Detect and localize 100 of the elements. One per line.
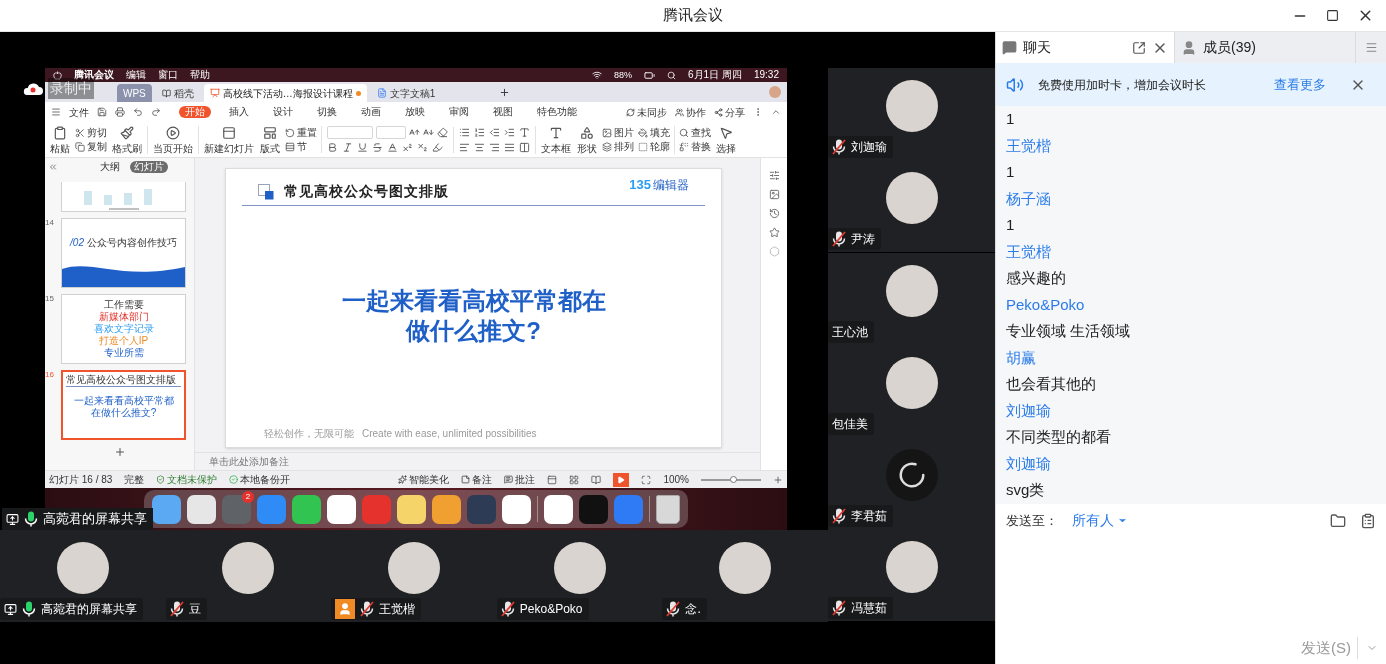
underline-icon[interactable] — [357, 142, 368, 153]
battery-icon[interactable] — [644, 69, 656, 81]
ribbon-tab[interactable]: 特色功能 — [531, 106, 583, 118]
strikethrough-icon[interactable] — [372, 142, 383, 153]
toolbar-button[interactable]: 填充 — [638, 127, 670, 138]
app-icon[interactable] — [152, 494, 181, 524]
save-icon[interactable] — [97, 107, 107, 117]
menu-icon[interactable] — [1364, 41, 1378, 54]
toolbar-button[interactable]: 形状 — [575, 125, 599, 154]
muted-microphone-icon[interactable] — [666, 601, 681, 617]
italic-icon[interactable] — [342, 142, 353, 153]
toolbar-button[interactable]: 排列 — [602, 141, 634, 152]
columns-icon[interactable] — [519, 141, 530, 153]
slide-thumbnail[interactable]: /02 公众号内容创作技巧 — [61, 218, 186, 288]
menu-item[interactable]: 窗口 — [158, 70, 178, 80]
toolbar-button[interactable]: 轮廓 — [638, 141, 670, 152]
app-icon[interactable]: 2 — [222, 494, 251, 524]
toolbar-button[interactable]: 图片 — [602, 127, 634, 138]
ribbon-tab[interactable]: 放映 — [399, 106, 431, 118]
toolbar-button[interactable]: 节 — [285, 141, 317, 152]
reading-view-icon[interactable] — [591, 474, 602, 485]
slide-thumbnail[interactable]: 工作需要 新媒体部门 喜欢文字记录 打造个人IP 专业所需 — [61, 294, 186, 364]
app-icon[interactable] — [327, 494, 356, 524]
undo-icon[interactable] — [133, 107, 143, 117]
collapse-icon[interactable] — [771, 107, 781, 117]
font-size-field[interactable] — [376, 126, 406, 139]
font-color-icon[interactable] — [387, 142, 398, 153]
numbered-list-icon[interactable] — [474, 126, 485, 138]
beautify-button[interactable]: 智能美化 — [398, 472, 450, 487]
text-direction-icon[interactable] — [519, 126, 530, 138]
history-icon[interactable] — [768, 208, 780, 219]
play-button[interactable] — [613, 472, 630, 487]
toolbar-button[interactable]: 重置 — [285, 127, 317, 138]
align-right-icon[interactable] — [489, 141, 500, 153]
zoom-slider-thumb[interactable] — [729, 475, 737, 483]
font-field[interactable] — [327, 126, 373, 139]
muted-microphone-icon[interactable] — [832, 600, 846, 616]
header-action[interactable]: 未同步 — [626, 104, 667, 120]
comments-button[interactable]: 批注 — [504, 472, 536, 487]
panel-tab[interactable]: 幻灯片 — [130, 161, 168, 173]
subscript-icon[interactable] — [417, 142, 428, 153]
toolbar-button[interactable]: 替换 — [679, 141, 711, 152]
see-more-link[interactable]: 查看更多 — [1274, 74, 1326, 95]
toolbar-button[interactable]: 新建幻灯片 — [202, 125, 256, 154]
document-tab[interactable]: 高校线下活动…海报设计课程 — [203, 84, 367, 102]
new-tab-icon[interactable] — [498, 87, 510, 98]
slide-thumbnail[interactable]: 常见高校公众号图文排版 一起来看看高校平常都在做什么推文? — [61, 370, 186, 440]
add-slide-icon[interactable] — [113, 446, 126, 458]
panel-tab[interactable]: 聊天 — [996, 32, 1174, 63]
highlighter-icon[interactable] — [432, 142, 443, 153]
muted-microphone-icon[interactable] — [832, 139, 846, 155]
microphone-icon[interactable] — [22, 601, 36, 617]
presentation-icon[interactable] — [209, 88, 220, 98]
muted-microphone-icon[interactable] — [832, 231, 846, 247]
wifi-icon[interactable] — [592, 70, 603, 80]
fit-icon[interactable] — [641, 474, 652, 485]
recipient-dropdown[interactable]: 所有人 — [1072, 510, 1128, 531]
app-icon[interactable] — [544, 494, 573, 524]
muted-microphone-icon[interactable] — [500, 601, 515, 617]
toolbar-button[interactable]: 查找 — [679, 127, 711, 138]
image-icon[interactable] — [768, 189, 780, 200]
toolbar-button[interactable]: 选择 — [714, 125, 738, 154]
toolbar-button[interactable]: 当页开始 — [151, 125, 195, 154]
file-menu[interactable]: 文件 — [69, 104, 89, 120]
menu-item[interactable]: 帮助 — [190, 70, 210, 80]
panel-tab[interactable]: 成员(39) — [1174, 32, 1356, 63]
grid-view-icon[interactable] — [569, 474, 580, 485]
muted-microphone-icon[interactable] — [360, 601, 375, 617]
maximize-icon[interactable] — [1326, 9, 1339, 22]
justify-icon[interactable] — [504, 141, 515, 153]
app-icon[interactable] — [502, 494, 531, 524]
ribbon-tab[interactable]: 设计 — [267, 106, 299, 118]
app-icon[interactable] — [187, 494, 216, 524]
star-icon[interactable] — [768, 227, 780, 238]
folder-icon[interactable] — [1330, 512, 1346, 529]
clipboard-icon[interactable] — [1360, 512, 1376, 529]
header-action[interactable]: 分享 — [714, 104, 745, 120]
toolbar-button[interactable]: 剪切 — [75, 127, 107, 138]
superscript-icon[interactable] — [402, 142, 413, 153]
toolbar-button[interactable]: 文本框 — [539, 125, 573, 154]
trash-icon[interactable] — [656, 494, 680, 524]
ribbon-tab[interactable]: 动画 — [355, 106, 387, 118]
indent-icon[interactable] — [504, 126, 515, 138]
redo-icon[interactable] — [151, 107, 161, 117]
toolbar-button[interactable]: 复制 — [75, 141, 107, 152]
document-tab[interactable]: 文字文稿1 — [370, 84, 491, 102]
print-icon[interactable] — [115, 107, 125, 117]
align-center-icon[interactable] — [474, 141, 485, 153]
header-action[interactable]: 协作 — [675, 104, 706, 120]
search-icon[interactable] — [667, 70, 677, 80]
toolbar-button[interactable]: 粘贴 — [48, 125, 72, 154]
outdent-icon[interactable] — [489, 126, 500, 138]
book-icon[interactable] — [161, 88, 171, 98]
toolbar-button[interactable]: 格式刷 — [110, 125, 144, 154]
ribbon-tab[interactable]: 视图 — [487, 106, 519, 118]
sliders-icon[interactable] — [768, 170, 780, 181]
zoom-in-icon[interactable] — [773, 474, 783, 485]
pop-out-icon[interactable] — [1132, 40, 1146, 55]
apple-icon[interactable] — [53, 70, 62, 80]
ribbon-tab[interactable]: 审阅 — [443, 106, 475, 118]
